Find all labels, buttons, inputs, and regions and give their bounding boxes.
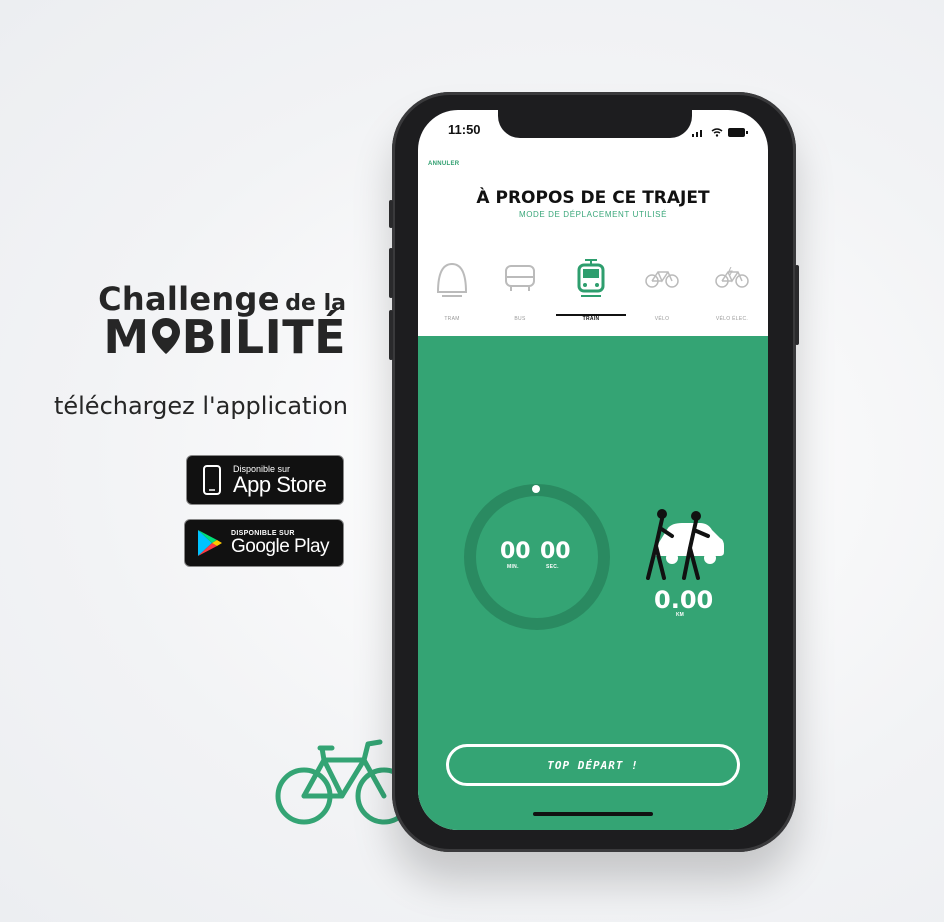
tram-icon (422, 258, 482, 298)
brand-m: M (103, 310, 150, 364)
phone-mute-switch (389, 200, 393, 228)
timer-progress-dot (532, 485, 540, 493)
wifi-icon (711, 124, 723, 142)
mode-velo-elec[interactable]: VÉLO ÉLEC. (702, 258, 762, 322)
brand-line-2: M BILITÉ (103, 310, 346, 364)
brand-bilite: BILITÉ (181, 310, 346, 364)
bicycle-icon (272, 730, 413, 835)
play-store-icon (193, 526, 227, 560)
mode-tram[interactable]: TRAM (422, 258, 482, 322)
google-play-big: Google Play (231, 536, 330, 557)
transport-mode-selector: TRAM BUS TRAIN VÉLO VÉLO ÉLEC. (418, 258, 768, 328)
timer-minutes: 00 (500, 539, 531, 564)
app-store-big: App Store (233, 471, 327, 497)
battery-icon (728, 124, 748, 142)
distance-unit: KM (676, 612, 684, 618)
timer-min-label: MIN. (507, 564, 519, 570)
phone-notch (498, 110, 692, 138)
mode-label: TRAM (444, 316, 460, 322)
screen-subtitle: MODE DE DÉPLACEMENT UTILISÉ (518, 210, 668, 219)
app-store-button[interactable]: Disponible sur App Store (186, 455, 344, 505)
people-pushing-car-icon (638, 506, 728, 591)
bike-icon (632, 258, 692, 298)
mode-bus[interactable]: BUS (490, 258, 550, 322)
screen-title: À PROPOS DE CE TRAJET (476, 188, 710, 208)
timer-sec-label: SEC. (546, 564, 559, 570)
smartphone-icon (195, 463, 229, 497)
distance-value: 0.00 (654, 586, 714, 614)
mode-label: BUS (514, 316, 526, 322)
signal-icon (692, 124, 706, 142)
timer-seconds: 00 (540, 539, 571, 564)
ebike-icon (702, 258, 762, 298)
status-icons (692, 124, 748, 142)
download-text: téléchargez l'application (53, 392, 348, 420)
active-mode-indicator (556, 314, 626, 316)
mode-label: TRAIN (582, 316, 600, 322)
start-trip-button[interactable]: TOP DÉPART ! (446, 744, 740, 786)
location-pin-icon (151, 312, 181, 354)
mode-label: VÉLO ÉLEC. (715, 316, 749, 322)
phone-volume-down (389, 310, 393, 360)
home-indicator[interactable] (533, 812, 653, 816)
phone-power-button (795, 265, 799, 345)
status-time: 11:50 (448, 122, 481, 137)
phone-volume-up (389, 248, 393, 298)
phone-screen: 11:50 ANNULER À PROPOS DE CE TRAJET MODE… (418, 110, 768, 830)
google-play-button[interactable]: DISPONIBLE SUR Google Play (184, 519, 344, 567)
timer-ring (464, 484, 610, 630)
mode-velo[interactable]: VÉLO (632, 258, 692, 322)
bus-icon (490, 258, 550, 298)
mode-train[interactable]: TRAIN (561, 258, 621, 322)
tracking-panel: 00 00 MIN. SEC. 0.00 KM TOP DÉPART ! (418, 336, 768, 830)
mode-label: VÉLO (654, 316, 670, 322)
train-icon (561, 258, 621, 298)
cancel-link[interactable]: ANNULER (428, 161, 459, 167)
